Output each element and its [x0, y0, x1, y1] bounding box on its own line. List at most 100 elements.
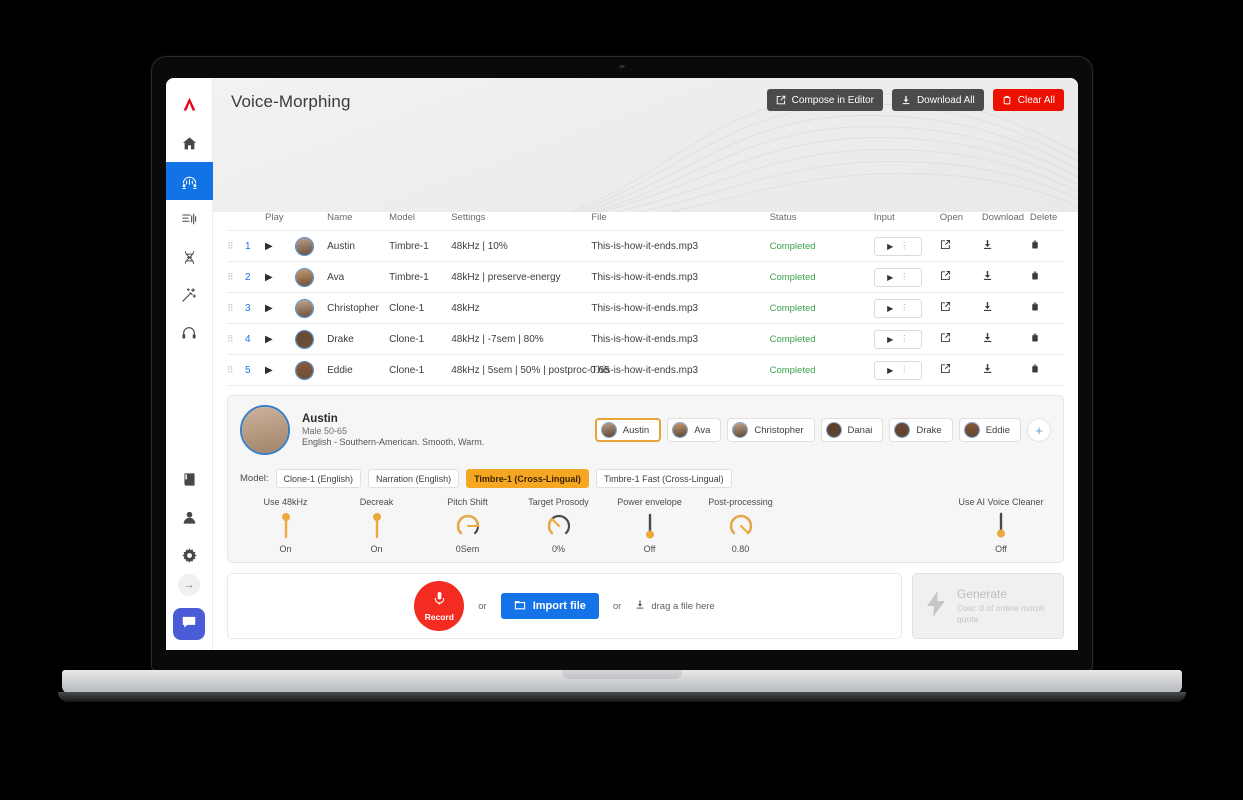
table-row[interactable]: ⠿ 2 ▶ Ava Timbre-1 48kHz | preserve-energy Thi…: [227, 262, 1064, 293]
row-input-control[interactable]: ▶ ⋮: [873, 293, 940, 324]
row-delete-button[interactable]: [1030, 231, 1064, 262]
row-play-button[interactable]: ▶: [265, 355, 295, 386]
add-voice-button[interactable]: +: [1027, 418, 1051, 442]
voice-chip-eddie[interactable]: Eddie: [958, 418, 1021, 442]
row-input-control[interactable]: ▶ ⋮: [873, 324, 940, 355]
input-more-icon[interactable]: ⋮: [900, 242, 908, 250]
adobe-a-logo[interactable]: [166, 84, 213, 124]
row-play-button[interactable]: ▶: [265, 324, 295, 355]
row-open-button[interactable]: [940, 231, 982, 262]
control-power-envelope[interactable]: Power envelope Off: [604, 497, 695, 554]
input-more-icon[interactable]: ⋮: [900, 273, 908, 281]
model-tab-timbre-1-fast-cross-lingual[interactable]: Timbre-1 Fast (Cross-Lingual): [595, 469, 732, 488]
row-delete-button[interactable]: [1030, 355, 1064, 386]
row-download-button[interactable]: [982, 231, 1030, 262]
voice-chip-christopher[interactable]: Christopher: [727, 418, 815, 442]
control-widget-pitch-shift[interactable]: [422, 511, 513, 541]
voice-chip-ava[interactable]: Ava: [667, 418, 722, 442]
sidebar-collapse-button[interactable]: →: [178, 574, 200, 596]
sidebar-item-listen[interactable]: [166, 314, 213, 352]
drag-grip-icon: ⠿: [227, 302, 235, 313]
voice-chip-list: Austin Ava Christopher Danai Drake Eddie +: [594, 418, 1051, 442]
row-play-button[interactable]: ▶: [265, 293, 295, 324]
control-widget-decreak[interactable]: [331, 511, 422, 541]
chat-support-button[interactable]: [173, 608, 205, 640]
input-play-icon[interactable]: ▶: [887, 242, 893, 251]
home-icon: [182, 136, 197, 151]
row-download-button[interactable]: [982, 324, 1030, 355]
generate-text: Generate Cost: 0 of online morph quota: [957, 587, 1052, 625]
control-target-prosody[interactable]: Target Prosody 0%: [513, 497, 604, 554]
download-all-button[interactable]: Download All: [891, 89, 984, 111]
row-play-button[interactable]: ▶: [265, 262, 295, 293]
row-open-button[interactable]: [940, 293, 982, 324]
control-widget-target-prosody[interactable]: [513, 511, 604, 541]
row-drag-handle[interactable]: ⠿: [227, 293, 245, 324]
row-download-button[interactable]: [982, 293, 1030, 324]
control-widget-post-processing[interactable]: [695, 511, 786, 541]
control-use-48khz[interactable]: Use 48kHz On: [240, 497, 331, 554]
input-play-icon[interactable]: ▶: [887, 366, 893, 375]
input-play-icon[interactable]: ▶: [887, 335, 893, 344]
sidebar-item-library[interactable]: [166, 460, 213, 498]
model-tab-timbre-1-cross-lingual[interactable]: Timbre-1 (Cross-Lingual): [466, 469, 589, 488]
row-delete-button[interactable]: [1030, 324, 1064, 355]
control-pitch-shift[interactable]: Pitch Shift 0Sem: [422, 497, 513, 554]
row-delete-button[interactable]: [1030, 293, 1064, 324]
control-widget-use-48khz[interactable]: [240, 511, 331, 541]
or-separator-2: or: [612, 600, 622, 612]
table-row[interactable]: ⠿ 3 ▶ Christopher Clone-1 48kHz This-is-how-it…: [227, 293, 1064, 324]
clear-all-button[interactable]: Clear All: [992, 89, 1064, 111]
table-row[interactable]: ⠿ 1 ▶ Austin Timbre-1 48kHz | 10% This-is-how-…: [227, 230, 1064, 262]
control-post-processing[interactable]: Post-processing 0.80: [695, 497, 786, 554]
input-play-icon[interactable]: ▶: [887, 273, 893, 282]
sidebar-item-voice-clone[interactable]: [166, 238, 213, 276]
input-more-icon[interactable]: ⋮: [900, 335, 908, 343]
table-row[interactable]: ⠿ 5 ▶ Eddie Clone-1 48kHz | 5sem | 50% | post…: [227, 355, 1064, 386]
row-drag-handle[interactable]: ⠿: [227, 355, 245, 386]
model-tab-narration-english[interactable]: Narration (English): [368, 469, 460, 488]
compose-in-editor-button[interactable]: Compose in Editor: [766, 89, 883, 111]
model-tab-clone-1-english[interactable]: Clone-1 (English): [275, 469, 362, 488]
row-play-button[interactable]: ▶: [265, 231, 295, 262]
sidebar-item-voice-morphing[interactable]: [166, 162, 213, 200]
sidebar-item-text-to-speech[interactable]: [166, 200, 213, 238]
row-drag-handle[interactable]: ⠿: [227, 231, 245, 262]
control-widget-power-envelope[interactable]: [604, 511, 695, 541]
sidebar-item-settings[interactable]: [166, 536, 213, 574]
row-drag-handle[interactable]: ⠿: [227, 262, 245, 293]
sidebar-item-home[interactable]: [166, 124, 213, 162]
ai-voice-cleaner-control[interactable]: Use AI Voice Cleaner Off: [951, 497, 1051, 554]
row-download-button[interactable]: [982, 262, 1030, 293]
row-input-control[interactable]: ▶ ⋮: [873, 355, 940, 386]
row-input-control[interactable]: ▶ ⋮: [873, 262, 940, 293]
input-more-icon[interactable]: ⋮: [900, 366, 908, 374]
drop-zone[interactable]: Record or Import file or drag a file her…: [227, 573, 902, 639]
drag-file-label: drag a file here: [651, 600, 715, 612]
row-open-button[interactable]: [940, 262, 982, 293]
ai-voice-cleaner-toggle[interactable]: [951, 511, 1051, 541]
voice-chip-austin[interactable]: Austin: [594, 418, 662, 442]
trash-icon: [1030, 332, 1040, 343]
control-decreak[interactable]: Decreak On: [331, 497, 422, 554]
row-open-button[interactable]: [940, 324, 982, 355]
row-download-button[interactable]: [982, 355, 1030, 386]
row-input-control[interactable]: ▶ ⋮: [873, 231, 940, 262]
generate-button[interactable]: Generate Cost: 0 of online morph quota: [912, 573, 1064, 639]
voice-chip-danai[interactable]: Danai: [820, 418, 884, 442]
drag-grip-icon: ⠿: [227, 333, 235, 344]
input-more-icon[interactable]: ⋮: [900, 304, 908, 312]
sidebar-item-enhance[interactable]: [166, 276, 213, 314]
voice-chip-drake[interactable]: Drake: [889, 418, 953, 442]
table-row[interactable]: ⠿ 4 ▶ Drake Clone-1 48kHz | -7sem | 80% This-i…: [227, 324, 1064, 355]
row-open-button[interactable]: [940, 355, 982, 386]
input-play-icon[interactable]: ▶: [887, 304, 893, 313]
drag-grip-icon: ⠿: [227, 364, 235, 375]
import-file-button[interactable]: Import file: [500, 593, 599, 619]
sidebar-item-account[interactable]: [166, 498, 213, 536]
row-delete-button[interactable]: [1030, 262, 1064, 293]
open-external-icon: [940, 239, 951, 250]
record-button[interactable]: Record: [414, 581, 465, 631]
row-model: Clone-1: [389, 302, 425, 314]
row-drag-handle[interactable]: ⠿: [227, 324, 245, 355]
